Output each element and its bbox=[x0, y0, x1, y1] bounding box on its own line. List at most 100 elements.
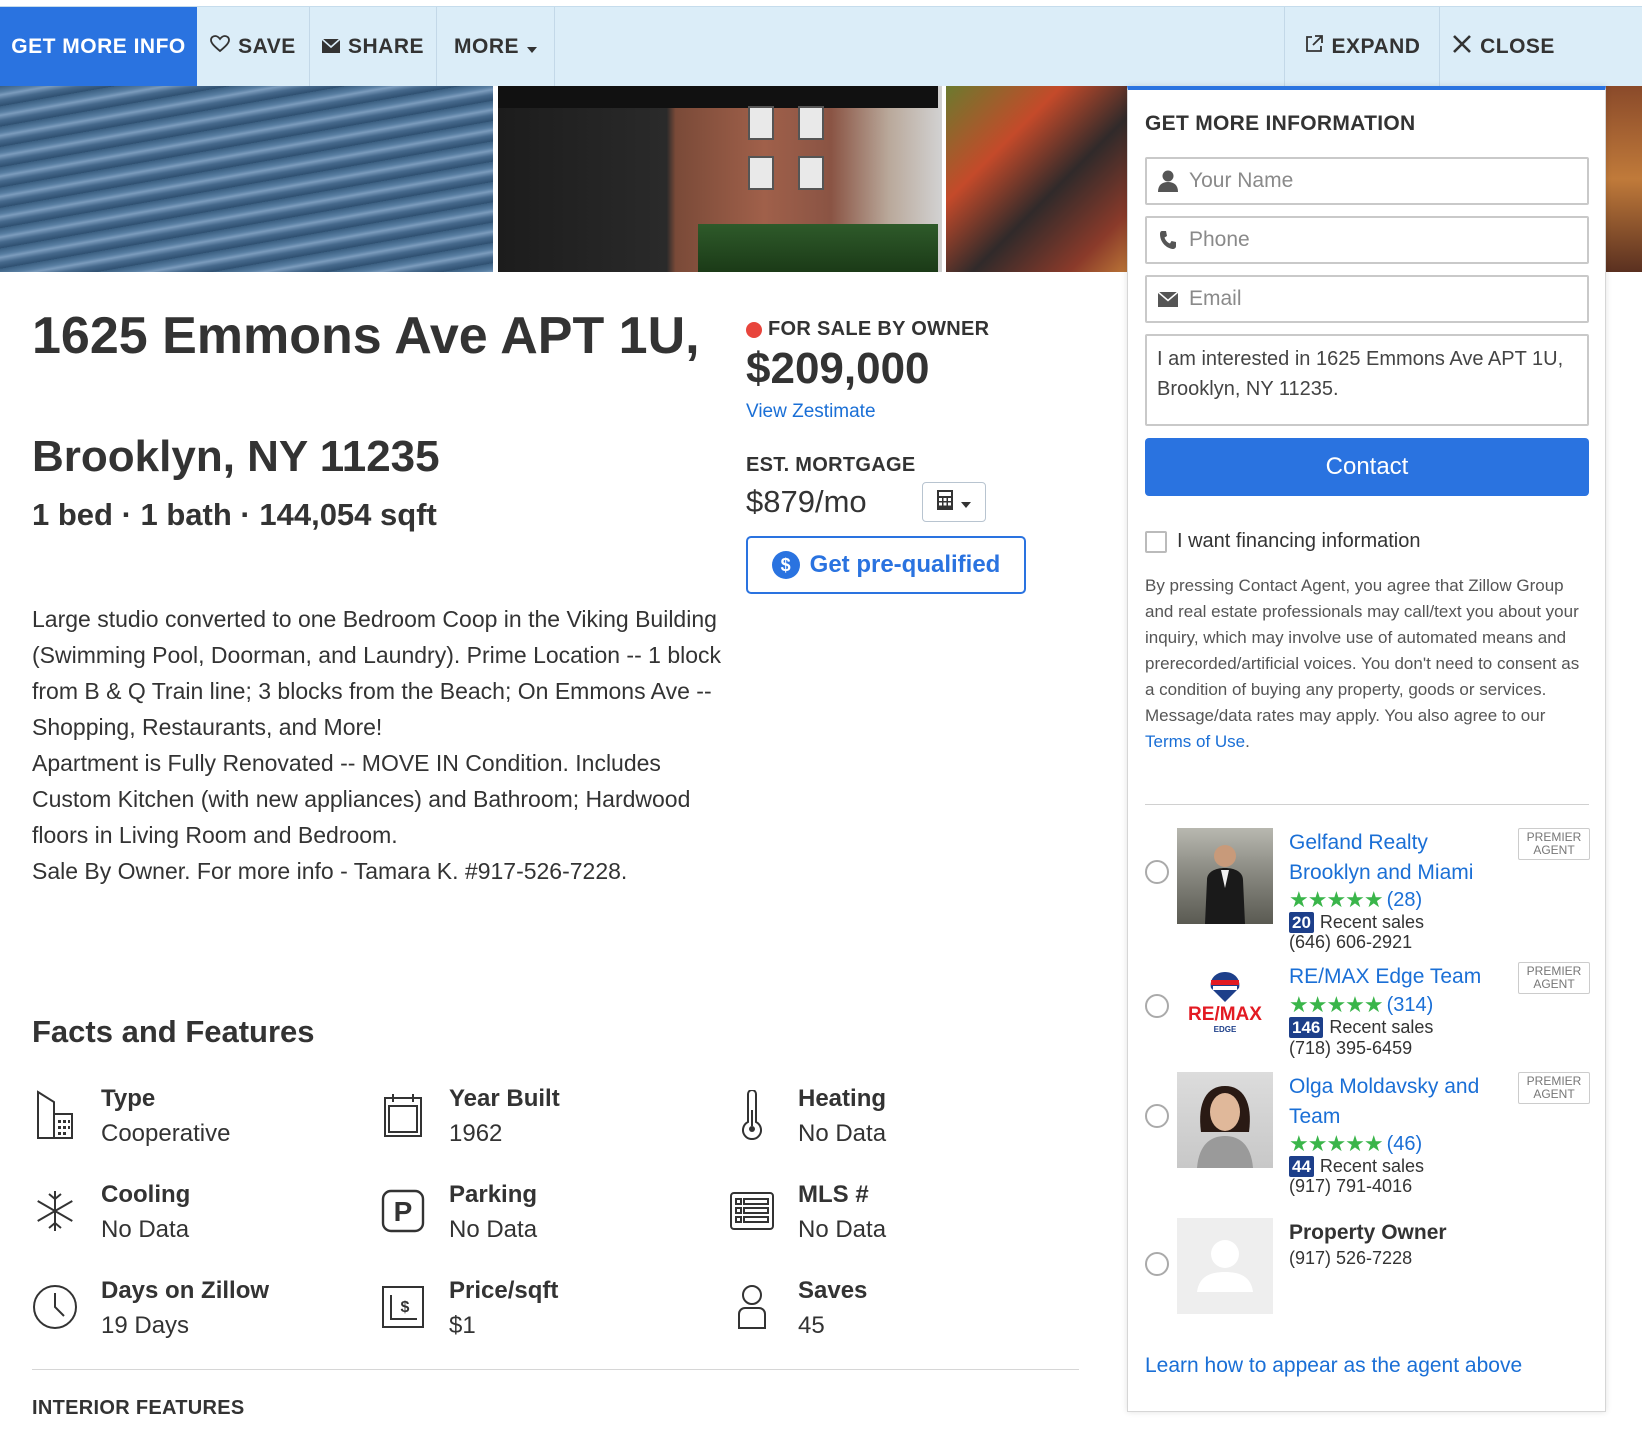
contact-button[interactable]: Contact bbox=[1145, 438, 1589, 496]
get-prequalified-button[interactable]: $ Get pre-qualified bbox=[746, 536, 1026, 594]
status-badge: FOR SALE BY OWNER bbox=[746, 318, 989, 341]
sales-count-badge: 44 bbox=[1289, 1156, 1314, 1177]
photo-canopy bbox=[498, 86, 938, 108]
facts-features-title: Facts and Features bbox=[32, 1014, 315, 1049]
phone-input[interactable] bbox=[1189, 228, 1569, 252]
email-input[interactable] bbox=[1189, 287, 1569, 311]
agent-rating[interactable]: ★★★★★ (46) bbox=[1289, 1131, 1422, 1157]
terms-of-use-link[interactable]: Terms of Use bbox=[1145, 732, 1245, 751]
fact-cooling: Cooling No Data bbox=[32, 1181, 352, 1261]
close-label: CLOSE bbox=[1480, 35, 1555, 58]
premier-agent-badge: PREMIER AGENT bbox=[1518, 1072, 1590, 1104]
photo-window bbox=[798, 106, 824, 140]
agent-name-link[interactable]: Gelfand Realty Brooklyn and Miami bbox=[1289, 828, 1509, 888]
name-input[interactable] bbox=[1189, 169, 1569, 193]
listing-description: Large studio converted to one Bedroom Co… bbox=[32, 601, 732, 889]
legal-text: By pressing Contact Agent, you agree tha… bbox=[1145, 576, 1580, 725]
mortgage-calculator-button[interactable] bbox=[922, 482, 986, 522]
fact-label: Saves bbox=[798, 1277, 868, 1304]
fact-days-on-zillow: Days on Zillow 19 Days bbox=[32, 1277, 352, 1357]
fact-saves: Saves 45 bbox=[729, 1277, 1049, 1357]
agent-name-link[interactable]: RE/MAX Edge Team bbox=[1289, 962, 1509, 992]
fact-year-built: Year Built 1962 bbox=[380, 1085, 700, 1165]
close-button[interactable]: CLOSE bbox=[1439, 7, 1567, 87]
description-paragraph: Large studio converted to one Bedroom Co… bbox=[32, 606, 722, 740]
fact-value: Cooperative bbox=[101, 1120, 231, 1147]
legal-disclaimer: By pressing Contact Agent, you agree tha… bbox=[1145, 573, 1589, 755]
dollar-icon: $ bbox=[771, 551, 800, 579]
fact-value: 19 Days bbox=[101, 1312, 190, 1339]
more-dropdown[interactable]: MORE bbox=[437, 7, 555, 87]
agent-radio[interactable] bbox=[1145, 1104, 1169, 1128]
agent-radio[interactable] bbox=[1145, 860, 1169, 884]
agent-phone: (646) 606-2921 bbox=[1289, 932, 1413, 952]
envelope-icon bbox=[321, 36, 341, 59]
agent-name-link[interactable]: Olga Moldavsky and Team bbox=[1289, 1072, 1509, 1132]
recent-sales-label: Recent sales bbox=[1329, 1017, 1434, 1037]
recent-sales-label: Recent sales bbox=[1319, 912, 1424, 932]
address-street: 1625 Emmons Ave APT 1U, bbox=[32, 307, 700, 365]
heart-icon bbox=[210, 35, 231, 59]
photo-room-partial[interactable] bbox=[1600, 86, 1642, 272]
fact-value: No Data bbox=[798, 1216, 887, 1243]
fact-label: Year Built bbox=[449, 1085, 560, 1112]
legal-suffix: . bbox=[1245, 732, 1250, 751]
share-label: SHARE bbox=[347, 35, 424, 58]
panel-title: GET MORE INFORMATION bbox=[1145, 112, 1416, 135]
parking-icon: P bbox=[380, 1185, 426, 1237]
message-textarea[interactable]: I am interested in 1625 Emmons Ave APT 1… bbox=[1145, 334, 1589, 426]
get-more-info-button[interactable]: GET MORE INFO bbox=[0, 7, 197, 87]
agent-card[interactable]: Gelfand Realty Brooklyn and Miami PREMIE… bbox=[1145, 828, 1590, 952]
learn-agent-link[interactable]: Learn how to appear as the agent above bbox=[1145, 1354, 1522, 1378]
list-icon bbox=[729, 1185, 775, 1237]
financing-checkbox[interactable] bbox=[1145, 530, 1167, 553]
svg-text:P: P bbox=[394, 1196, 413, 1227]
contact-panel: GET MORE INFORMATION I am interested in … bbox=[1127, 86, 1606, 1412]
calendar-icon bbox=[380, 1089, 426, 1141]
expand-button[interactable]: EXPAND bbox=[1284, 7, 1439, 87]
email-field[interactable] bbox=[1145, 275, 1589, 323]
premier-agent-badge: PREMIER AGENT bbox=[1518, 828, 1590, 860]
photo-window bbox=[748, 156, 774, 190]
user-icon bbox=[1157, 170, 1179, 192]
building-icon bbox=[32, 1089, 78, 1141]
phone-field[interactable] bbox=[1145, 216, 1589, 264]
external-link-icon bbox=[1304, 34, 1324, 60]
agent-rating[interactable]: ★★★★★ (314) bbox=[1289, 992, 1433, 1018]
mortgage-value: $879/mo bbox=[746, 484, 867, 519]
financing-option[interactable]: I want financing information bbox=[1145, 530, 1420, 553]
top-toolbar: GET MORE INFO SAVE SHARE MORE EXPAND CLO… bbox=[0, 6, 1642, 87]
logo-subtext: EDGE bbox=[1214, 1025, 1237, 1034]
agent-photo bbox=[1177, 1072, 1273, 1168]
save-label: SAVE bbox=[238, 35, 296, 58]
recent-sales: 146 Recent sales bbox=[1289, 1017, 1433, 1038]
fact-label: Days on Zillow bbox=[101, 1277, 270, 1304]
name-field[interactable] bbox=[1145, 157, 1589, 205]
photo-room[interactable] bbox=[946, 86, 1146, 272]
save-button[interactable]: SAVE bbox=[197, 7, 310, 87]
agent-rating[interactable]: ★★★★★ (28) bbox=[1289, 887, 1422, 913]
agent-card[interactable]: RE/MAX EDGE RE/MAX Edge Team PREMIER AGE… bbox=[1145, 962, 1590, 1072]
review-count: (314) bbox=[1386, 993, 1434, 1016]
photo-water[interactable] bbox=[0, 86, 493, 272]
owner-radio[interactable] bbox=[1145, 1252, 1169, 1276]
agent-photo bbox=[1177, 828, 1273, 924]
agent-card[interactable]: Olga Moldavsky and Team PREMIER AGENT ★★… bbox=[1145, 1072, 1590, 1196]
photo-building[interactable] bbox=[498, 86, 942, 272]
listing-specs: 1 bed · 1 bath · 144,054 sqft bbox=[32, 497, 437, 532]
sales-count-badge: 20 bbox=[1289, 912, 1314, 933]
view-zestimate-link[interactable]: View Zestimate bbox=[746, 401, 876, 423]
listing-price: $209,000 bbox=[746, 344, 930, 393]
agent-radio[interactable] bbox=[1145, 994, 1169, 1018]
fact-label: Type bbox=[101, 1085, 156, 1112]
phone-icon bbox=[1157, 230, 1179, 250]
five-stars-icon: ★★★★★ bbox=[1289, 887, 1384, 912]
clock-icon bbox=[32, 1281, 78, 1333]
premier-agent-badge: PREMIER AGENT bbox=[1518, 962, 1590, 994]
envelope-icon bbox=[1157, 291, 1179, 307]
fact-label: MLS # bbox=[798, 1181, 869, 1208]
logo-text: RE/MAX bbox=[1188, 1004, 1262, 1025]
svg-text:$: $ bbox=[401, 1299, 410, 1316]
owner-card[interactable]: Property Owner (917) 526-7228 bbox=[1145, 1218, 1589, 1314]
share-button[interactable]: SHARE bbox=[310, 7, 437, 87]
